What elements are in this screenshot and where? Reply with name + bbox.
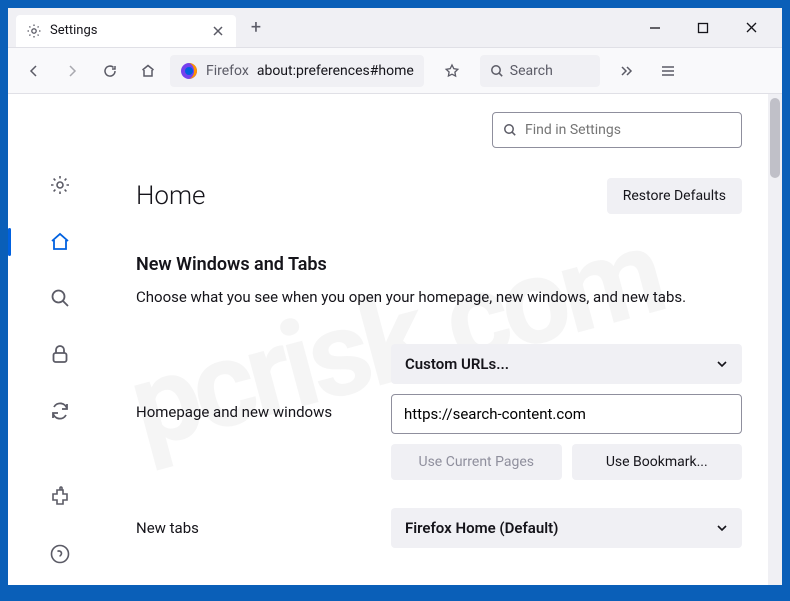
sidebar-item-privacy[interactable] — [46, 341, 74, 367]
section-heading: New Windows and Tabs — [136, 254, 742, 275]
restore-defaults-button[interactable]: Restore Defaults — [607, 178, 742, 214]
browser-window: Settings + Firefox about:preferences#hom… — [8, 8, 782, 585]
newtabs-label: New tabs — [136, 519, 391, 537]
homepage-label: Homepage and new windows — [136, 403, 391, 421]
find-input[interactable] — [525, 122, 731, 138]
sidebar-item-home[interactable] — [46, 228, 74, 254]
content-area: pcrisk.com — [8, 94, 782, 585]
back-button[interactable] — [18, 55, 50, 87]
sidebar-item-general[interactable] — [46, 172, 74, 198]
close-window-button[interactable] — [736, 13, 766, 43]
forward-button[interactable] — [56, 55, 88, 87]
browser-tab[interactable]: Settings — [16, 15, 236, 47]
homepage-url-input[interactable] — [391, 394, 742, 434]
close-icon[interactable] — [210, 23, 226, 39]
minimize-button[interactable] — [640, 13, 670, 43]
overflow-button[interactable] — [610, 55, 642, 87]
sidebar-item-help[interactable] — [46, 541, 74, 567]
sidebar-item-sync[interactable] — [46, 398, 74, 424]
section-description: Choose what you see when you open your h… — [136, 287, 742, 308]
settings-sidebar — [8, 94, 112, 585]
sidebar-item-extensions[interactable] — [46, 484, 74, 510]
dropdown-value: Custom URLs... — [405, 355, 509, 373]
search-placeholder: Search — [510, 63, 553, 79]
url-identity-label: Firefox — [206, 63, 249, 79]
gear-icon — [26, 23, 42, 39]
tab-title: Settings — [50, 23, 202, 38]
page-title: Home — [136, 181, 205, 211]
search-box[interactable]: Search — [480, 55, 600, 87]
url-text: about:preferences#home — [257, 63, 414, 79]
home-button[interactable] — [132, 55, 164, 87]
use-bookmark-button[interactable]: Use Bookmark... — [572, 444, 743, 480]
chevron-down-icon — [716, 522, 728, 534]
firefox-icon — [180, 62, 198, 80]
find-in-settings[interactable] — [492, 112, 742, 148]
bookmark-star-button[interactable] — [438, 57, 466, 85]
hamburger-menu-button[interactable] — [652, 55, 684, 87]
dropdown-value: Firefox Home (Default) — [405, 519, 558, 537]
use-current-pages-button[interactable]: Use Current Pages — [391, 444, 562, 480]
chevron-down-icon — [716, 358, 728, 370]
reload-button[interactable] — [94, 55, 126, 87]
maximize-button[interactable] — [688, 13, 718, 43]
toolbar: Firefox about:preferences#home Search — [8, 48, 782, 94]
scrollbar[interactable] — [768, 94, 782, 585]
settings-main: Home Restore Defaults New Windows and Ta… — [112, 94, 782, 585]
newtabs-dropdown[interactable]: Firefox Home (Default) — [391, 508, 742, 548]
scrollbar-thumb[interactable] — [770, 98, 780, 178]
window-controls — [640, 13, 782, 43]
sidebar-item-search[interactable] — [46, 285, 74, 311]
titlebar: Settings + — [8, 8, 782, 48]
new-tab-button[interactable]: + — [242, 14, 270, 42]
url-bar[interactable]: Firefox about:preferences#home — [170, 55, 424, 87]
homepage-mode-dropdown[interactable]: Custom URLs... — [391, 344, 742, 384]
